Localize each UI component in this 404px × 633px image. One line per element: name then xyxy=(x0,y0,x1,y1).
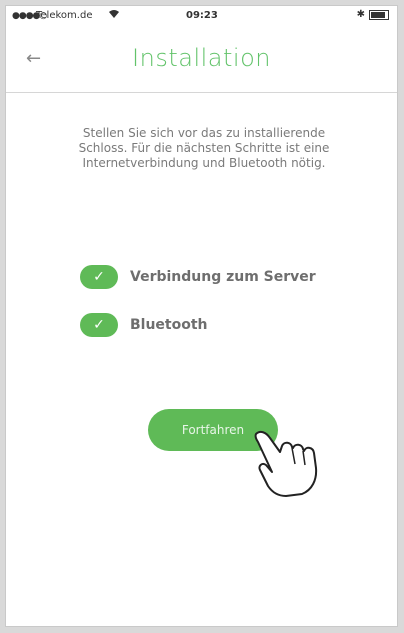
pointing-hand-icon xyxy=(254,430,318,497)
status-bar: ●●●●○ Telekom.de 09:23 ✱ xyxy=(6,6,397,26)
app-header: ← Installation xyxy=(6,26,397,93)
bluetooth-icon: ✱ xyxy=(356,9,365,20)
phone-screen: ●●●●○ Telekom.de 09:23 ✱ ← Installation … xyxy=(6,6,397,626)
wifi-icon xyxy=(108,9,120,22)
check-label-server: Verbindung zum Server xyxy=(130,269,316,285)
check-label-bluetooth: Bluetooth xyxy=(130,317,208,333)
instructions-text: Stellen Sie sich vor das zu installieren… xyxy=(78,126,330,170)
check-icon: ✓ xyxy=(80,265,118,289)
check-icon: ✓ xyxy=(80,313,118,337)
page-title: Installation xyxy=(132,44,271,72)
battery-icon xyxy=(369,9,389,20)
status-time: 09:23 xyxy=(186,10,218,21)
check-row-server: ✓ Verbindung zum Server xyxy=(80,265,316,289)
carrier-name: Telekom.de xyxy=(36,10,93,21)
check-row-bluetooth: ✓ Bluetooth xyxy=(80,313,208,337)
